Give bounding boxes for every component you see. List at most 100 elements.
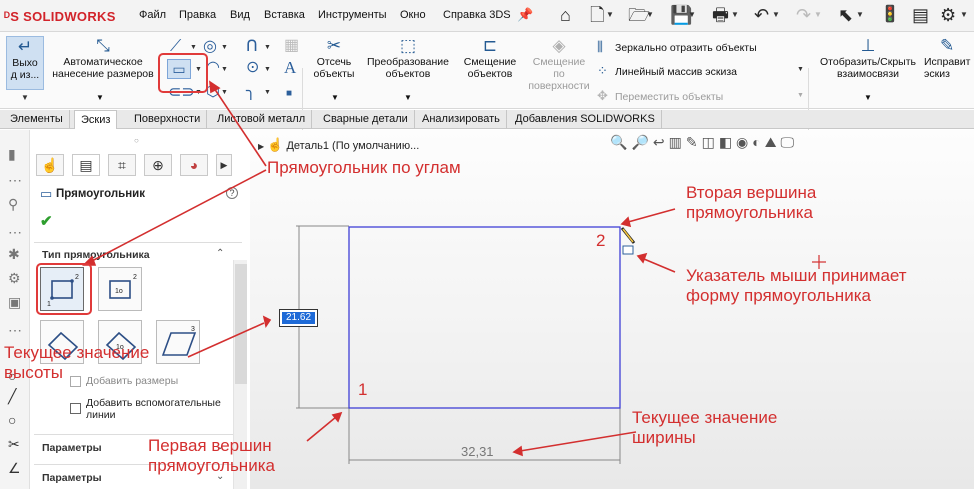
chevron-down-icon[interactable]: ▼: [856, 10, 864, 19]
chevron-down-icon[interactable]: ▼: [264, 44, 271, 51]
dots-icon[interactable]: ⋯: [8, 172, 22, 189]
offset-entities-button[interactable]: ⊏ Смещение объектов: [458, 36, 522, 80]
mirror-entities-button[interactable]: ⫼ Зеркально отразить объекты: [597, 39, 757, 55]
menu-file[interactable]: Файл: [139, 9, 166, 21]
section-rect-type-title[interactable]: Тип прямоугольника: [42, 249, 150, 261]
tab-sheet-metal[interactable]: Листовой металл: [211, 110, 313, 129]
height-value[interactable]: 21.62: [282, 312, 315, 324]
view-orientation-icon[interactable]: ◫: [702, 134, 719, 150]
display-relations-button[interactable]: ⊥ Отобразить/Скрыть взаимосвязи: [812, 36, 924, 80]
sketch-tool-icon[interactable]: ▮: [8, 146, 16, 163]
chevron-down-icon[interactable]: ▼: [797, 66, 804, 73]
chevron-down-icon[interactable]: ▼: [221, 44, 228, 51]
convert-entities-dropdown[interactable]: ▼: [398, 92, 418, 104]
expand-arrow-icon[interactable]: ▶: [258, 142, 264, 151]
tab-weldments[interactable]: Сварные детали: [317, 110, 415, 129]
panel-handle[interactable]: ○: [134, 136, 139, 145]
chevron-down-icon[interactable]: ▼: [646, 10, 654, 19]
pin-icon[interactable]: 📌: [517, 7, 533, 23]
view-settings-icon[interactable]: 🖵: [781, 134, 799, 150]
pm-scrollbar-thumb[interactable]: [235, 264, 247, 384]
convert-entities-button[interactable]: ⬚ Преобразование объектов: [362, 36, 454, 80]
graphics-area[interactable]: [250, 130, 974, 489]
options-gear-icon[interactable]: ⚙: [940, 5, 956, 25]
dimxpert-tab[interactable]: ⊕: [144, 154, 172, 176]
configuration-manager-tab[interactable]: ⌗: [108, 154, 136, 176]
display-style-icon[interactable]: ◧: [719, 134, 736, 150]
chevron-down-icon[interactable]: ▼: [960, 10, 968, 19]
more-tabs-arrow-icon[interactable]: ▶: [216, 154, 232, 176]
chevron-down-icon[interactable]: ▼: [264, 89, 271, 96]
node-icon[interactable]: ⚲: [8, 196, 18, 213]
display-manager-tab[interactable]: ◕: [180, 154, 208, 176]
ellipse-icon[interactable]: ⊙: [246, 59, 259, 77]
menu-help[interactable]: Справка 3DS: [443, 9, 511, 21]
tab-sketch[interactable]: Эскиз: [74, 110, 118, 129]
menu-edit[interactable]: Правка: [179, 9, 216, 21]
repair-sketch-button[interactable]: ✎ Исправит эскиз: [924, 36, 974, 80]
previous-view-icon[interactable]: ↩: [653, 134, 669, 150]
exit-sketch-dropdown[interactable]: ▼: [6, 92, 44, 106]
help-icon[interactable]: ?: [226, 187, 238, 199]
section-view-icon[interactable]: ▥: [669, 134, 686, 150]
ok-checkmark-icon[interactable]: ✔: [40, 212, 53, 230]
menu-tools[interactable]: Инструменты: [318, 9, 387, 21]
select-cursor-icon[interactable]: ⬉: [838, 5, 853, 25]
circle-icon[interactable]: ○: [8, 412, 16, 428]
print-icon[interactable]: 🖶: [712, 5, 729, 25]
construction-lines-checkbox[interactable]: [70, 403, 81, 414]
fillet-icon[interactable]: ╮: [246, 83, 256, 101]
part-icon[interactable]: ▣: [8, 294, 21, 311]
zoom-to-fit-icon[interactable]: 🔍: [610, 134, 631, 150]
menu-insert[interactable]: Вставка: [264, 9, 305, 21]
edit-appearance-icon[interactable]: ◐: [752, 134, 764, 150]
linear-pattern-button[interactable]: ⁘ Линейный массив эскиза: [597, 63, 737, 79]
trim-dropdown[interactable]: ▼: [325, 92, 345, 104]
property-manager-tab[interactable]: ▤: [72, 154, 100, 176]
chevron-down-icon[interactable]: ▼: [606, 10, 614, 19]
solidworks-logo[interactable]: ᴰS SOLIDWORKS: [4, 9, 116, 24]
chevron-down-icon[interactable]: ▼: [264, 66, 271, 73]
trim-button[interactable]: ✂ Отсечь объекты: [306, 36, 362, 80]
dynamic-annotation-icon[interactable]: ✎: [686, 134, 702, 150]
chevron-down-icon[interactable]: ▼: [688, 10, 696, 19]
height-dimension-box[interactable]: 21.62: [279, 309, 318, 327]
chevron-down-icon[interactable]: ▼: [221, 66, 228, 73]
hide-show-items-icon[interactable]: ◉: [736, 134, 752, 150]
dots-icon[interactable]: ⋯: [8, 224, 22, 241]
settings-icon[interactable]: ✱: [8, 246, 20, 263]
text-icon[interactable]: A: [284, 59, 296, 77]
smart-dimension-dropdown[interactable]: ▼: [90, 92, 110, 104]
parallelogram-option[interactable]: 3: [156, 320, 200, 364]
chevron-up-icon[interactable]: ⌃: [216, 248, 224, 259]
feature-manager-tab[interactable]: ☝: [36, 154, 64, 176]
apply-scene-icon[interactable]: ⛰: [765, 134, 781, 150]
section-parameters-2-title[interactable]: Параметры: [42, 472, 102, 484]
dots-icon[interactable]: ⋯: [8, 322, 22, 339]
exit-sketch-button[interactable]: ↵ Выхо д из...: [6, 36, 44, 90]
width-dimension-value[interactable]: 32,31: [461, 444, 494, 459]
chevron-down-icon[interactable]: ▼: [190, 44, 197, 51]
line-icon[interactable]: ╱: [8, 388, 16, 405]
display-relations-dropdown[interactable]: ▼: [858, 92, 878, 104]
feature-tree-root[interactable]: ▶ ☝ Деталь1 (По умолчанию...: [258, 137, 419, 153]
file-properties-icon[interactable]: ▤: [912, 5, 929, 25]
new-document-icon[interactable]: 🗋: [590, 5, 604, 25]
home-icon[interactable]: ⌂: [560, 5, 571, 25]
arc-icon[interactable]: ◠: [206, 59, 220, 77]
menu-window[interactable]: Окно: [400, 9, 426, 21]
point-icon[interactable]: ■: [286, 85, 292, 103]
tab-evaluate[interactable]: Анализировать: [416, 110, 507, 129]
trim-icon[interactable]: ✂: [8, 436, 20, 453]
chevron-down-icon[interactable]: ▼: [772, 10, 780, 19]
tab-features[interactable]: Элементы: [4, 110, 70, 129]
chevron-down-icon[interactable]: ▼: [731, 10, 739, 19]
polygon-icon[interactable]: ⬡: [206, 83, 220, 101]
tab-surfaces[interactable]: Поверхности: [128, 110, 208, 129]
zoom-area-icon[interactable]: 🔎: [631, 134, 652, 150]
undo-icon[interactable]: ↶: [754, 5, 769, 25]
menu-view[interactable]: Вид: [230, 9, 250, 21]
traffic-light-icon[interactable]: 🚦: [880, 5, 900, 25]
chevron-down-icon[interactable]: ▼: [221, 89, 228, 96]
tab-solidworks-addins[interactable]: Добавления SOLIDWORKS: [509, 110, 662, 129]
